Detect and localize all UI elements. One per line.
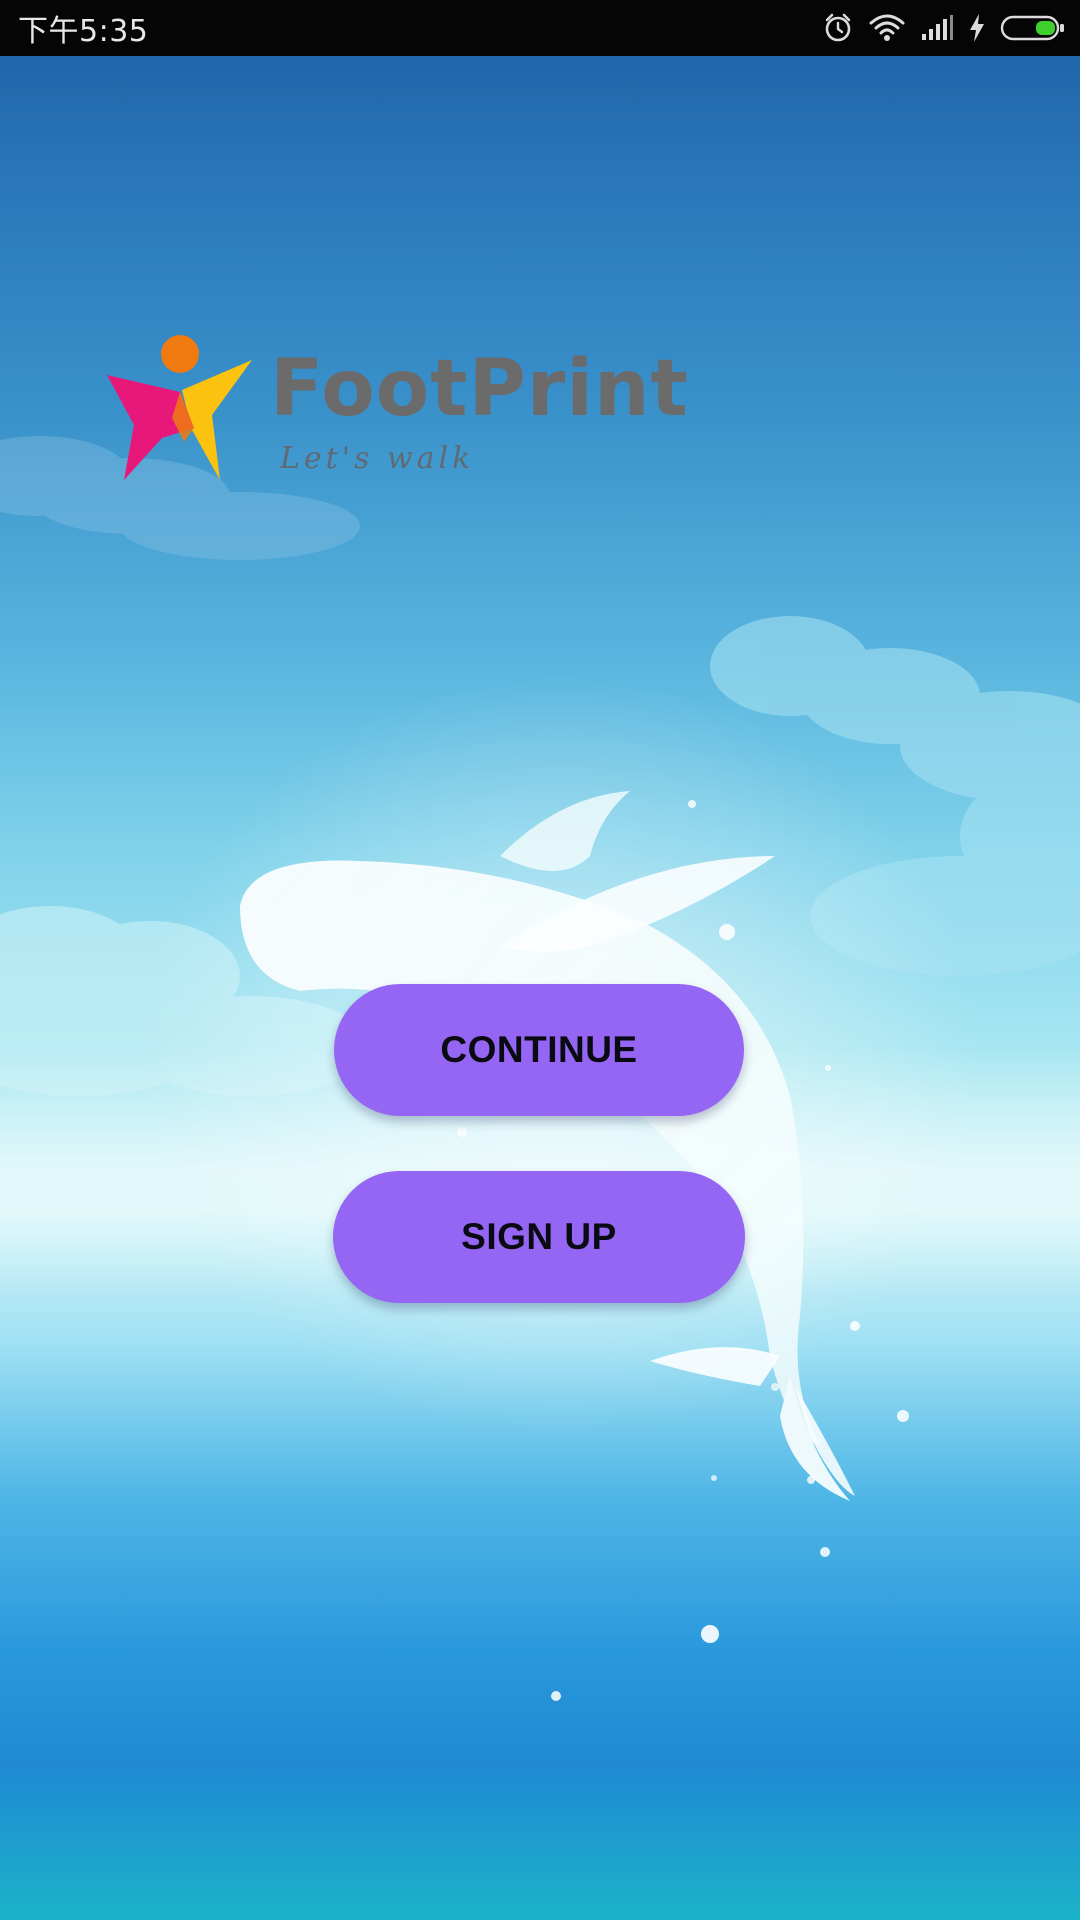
status-time: 下午5:35 [18, 14, 149, 49]
sign-up-button[interactable]: SIGN UP [333, 1171, 745, 1303]
brand-tagline: Let's walk [280, 441, 475, 476]
continue-button[interactable]: CONTINUE [334, 984, 744, 1116]
wifi-icon [868, 13, 906, 43]
charging-icon [968, 13, 986, 43]
status-icons [822, 12, 1066, 44]
app-logo: FootPrint Let's walk [102, 330, 702, 490]
alarm-icon [822, 12, 854, 44]
battery-icon [1000, 14, 1066, 42]
cellular-signal-icon [920, 14, 954, 42]
status-bar: 下午5:35 [0, 0, 1080, 56]
welcome-screen: 下午5:35 FootPrint Let's walk CONTINUE SIG… [0, 0, 1080, 1920]
brand-name: FootPrint [270, 344, 689, 434]
footprint-star-logo-icon [107, 335, 252, 480]
